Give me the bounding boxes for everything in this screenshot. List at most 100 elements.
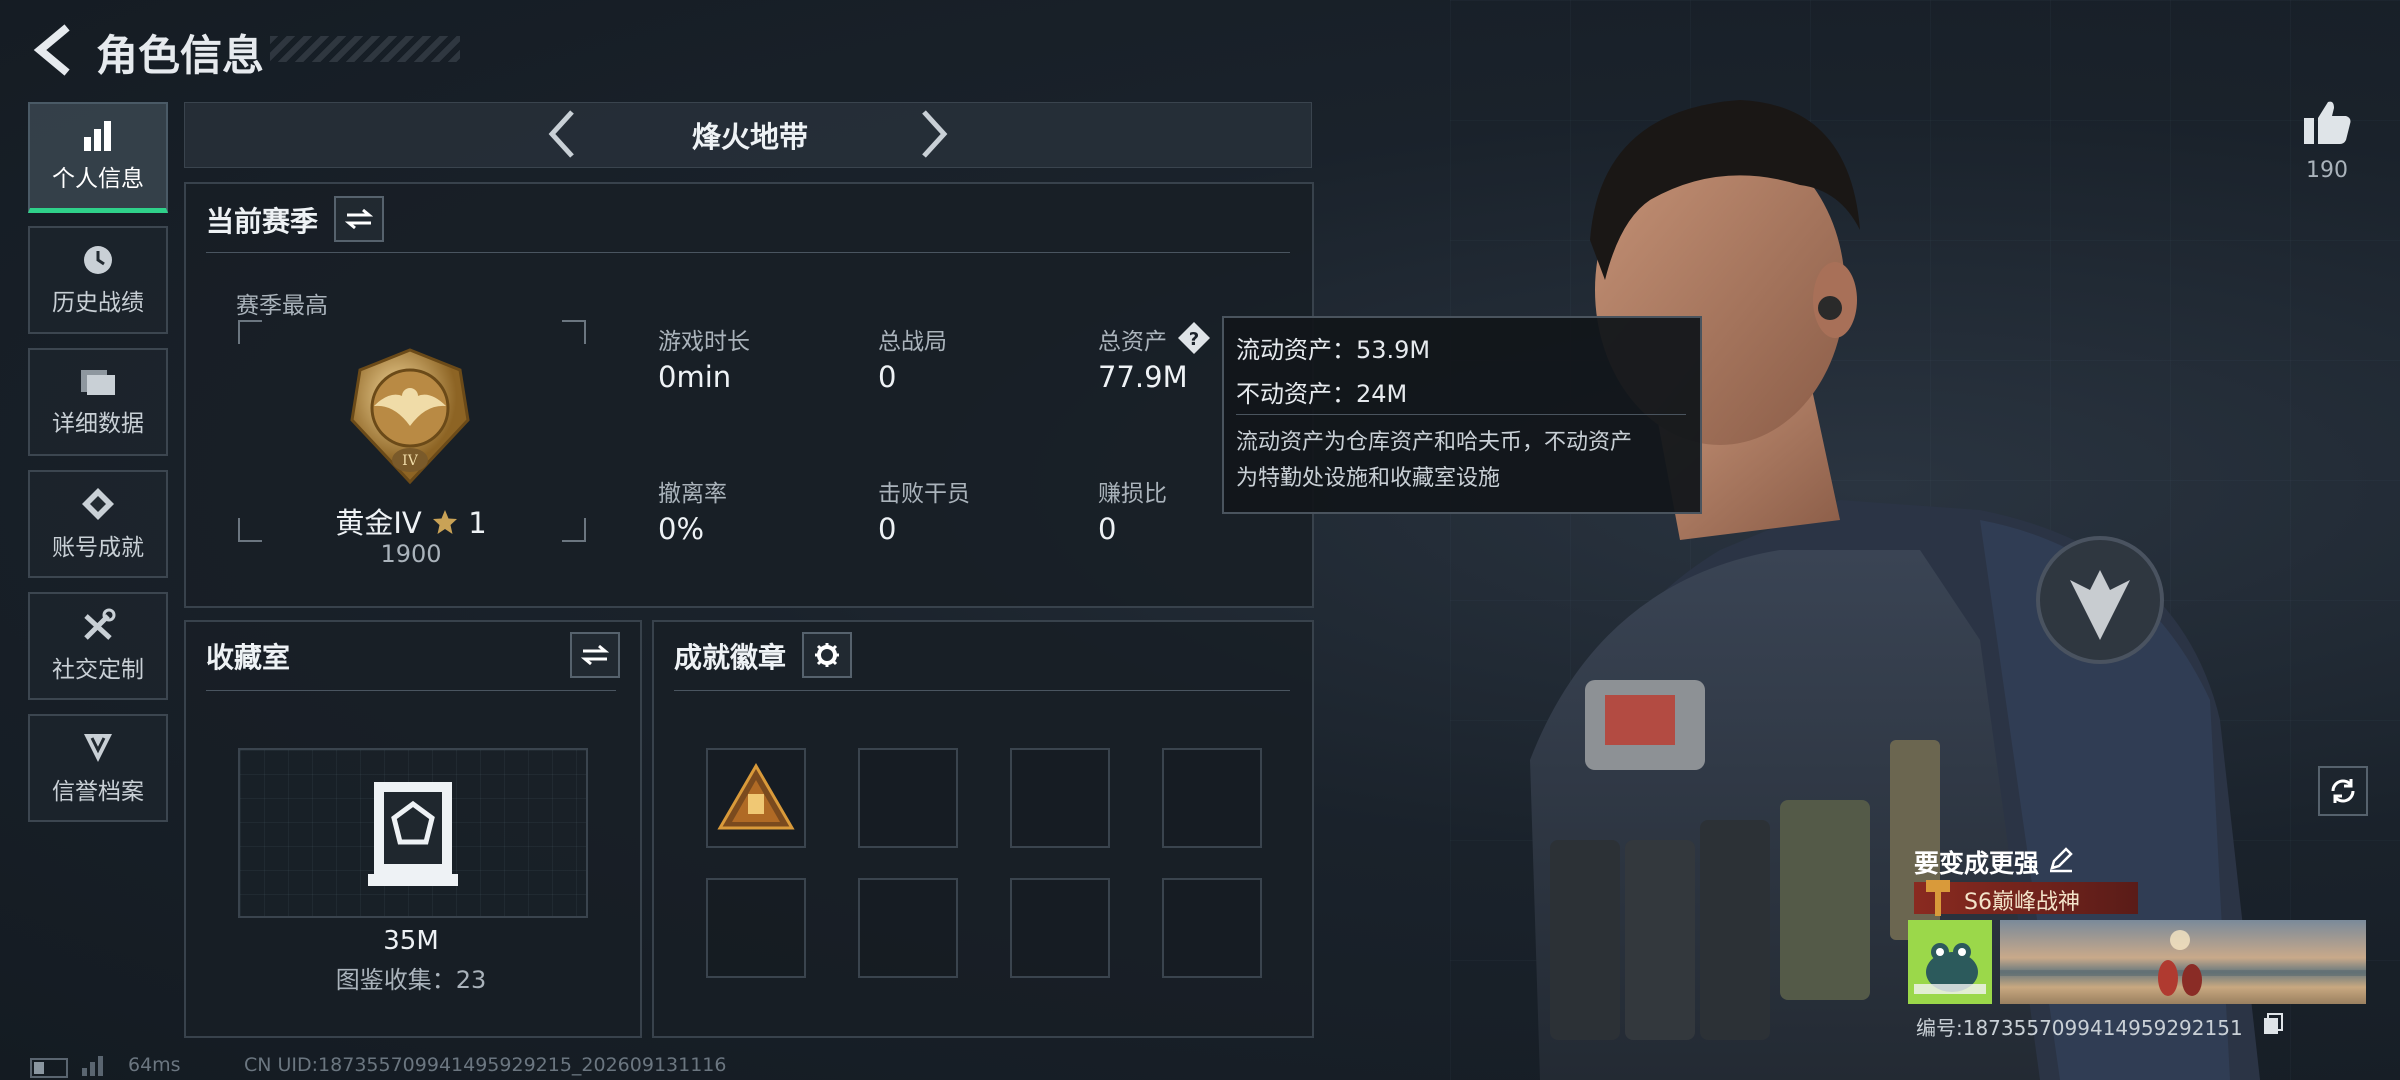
badge-slot-4[interactable]	[1162, 748, 1262, 848]
swap-icon	[345, 208, 373, 230]
gear-icon	[815, 643, 839, 667]
title-stripes	[270, 36, 460, 62]
mode-label: 烽火地带	[691, 120, 808, 154]
stat-value-profit-ratio: 0	[1098, 512, 1117, 546]
chevron-left-icon	[33, 24, 70, 76]
chevron-right-icon	[922, 110, 948, 158]
tools-icon	[84, 608, 116, 640]
tooltip-description-line2: 为特勤处设施和收藏室设施	[1236, 466, 1501, 491]
rotate-button[interactable]	[2318, 766, 2368, 816]
avatar[interactable]	[1908, 920, 1992, 1004]
stat-label-playtime: 游戏时长	[658, 329, 750, 355]
tooltip-liquid-assets: 流动资产：53.9M	[1236, 336, 1431, 364]
stat-value-kills: 0	[878, 512, 897, 546]
mode-prev-button[interactable]	[540, 108, 584, 160]
stat-label-profit-ratio: 赚损比	[1098, 481, 1167, 507]
like-button[interactable]	[2300, 96, 2354, 150]
sidebar-item-label: 详细数据	[52, 411, 144, 437]
season-divider	[206, 252, 1290, 253]
collection-preview[interactable]	[238, 748, 588, 918]
clock-icon	[84, 246, 112, 274]
season-switch-button[interactable]	[334, 196, 384, 242]
profile-banner	[2000, 920, 2366, 1004]
badge-slot-8[interactable]	[1162, 878, 1262, 978]
sidebar-item-label: 账号成就	[52, 535, 144, 561]
rank-name: 黄金IV	[335, 506, 422, 540]
season-title-text: S6巅峰战神	[1964, 890, 2080, 915]
copy-id-button[interactable]	[2262, 1012, 2284, 1036]
sidebar-item-detailed-data[interactable]: 详细数据	[28, 348, 168, 456]
swap-icon	[581, 644, 609, 666]
pencil-icon	[2050, 847, 2073, 873]
collection-panel-title: 收藏室	[206, 641, 291, 674]
tooltip-divider	[1236, 414, 1686, 415]
stat-value-total-assets: 77.9M	[1098, 360, 1188, 394]
chevron-left-icon	[548, 110, 574, 158]
signal-icon	[82, 1056, 103, 1076]
collection-switch-button[interactable]	[570, 632, 620, 678]
rotate-icon	[2331, 779, 2355, 803]
season-best-label: 赛季最高	[236, 293, 328, 319]
asset-help-button[interactable]: ?	[1176, 320, 1212, 356]
collection-room-icon	[368, 782, 458, 886]
asset-tooltip: 流动资产：53.9M 不动资产：24M 流动资产为仓库资产和哈夫币，不动资产 为…	[1222, 316, 1702, 514]
collection-value: 35M	[383, 926, 439, 956]
badge-slot-6[interactable]	[858, 878, 958, 978]
tooltip-description-line1: 流动资产为仓库资产和哈夫币，不动资产	[1236, 430, 1633, 455]
sidebar-item-credit[interactable]: 信誉档案	[28, 714, 168, 822]
frame-corner	[562, 320, 586, 344]
uid-text: CN UID:1873557099414959292​15_2026091311…	[244, 1054, 727, 1076]
profile-card-title: 要变成更强	[1914, 849, 2040, 878]
collection-divider	[206, 690, 616, 691]
stat-value-playtime: 0min	[658, 360, 732, 394]
edit-profile-button[interactable]	[2046, 844, 2076, 874]
shield-icon	[84, 734, 112, 762]
profile-id: 编号:1873557099414959292151	[1916, 1016, 2243, 1040]
season-title-tag: S6巅峰战神	[1914, 880, 2138, 916]
mode-next-button[interactable]	[912, 108, 956, 160]
sidebar-item-label: 个人信息	[52, 166, 144, 192]
sidebar-item-label: 社交定制	[52, 657, 144, 683]
badge-settings-button[interactable]	[802, 632, 852, 678]
copy-icon	[2264, 1013, 2283, 1034]
ping-text: 64ms	[128, 1054, 181, 1076]
thumbs-up-icon	[2304, 101, 2351, 144]
badge-slot-1[interactable]	[706, 748, 806, 848]
badge-slot-7[interactable]	[1010, 878, 1110, 978]
svg-text:?: ?	[1189, 329, 1199, 350]
stat-label-total-assets: 总资产	[1098, 329, 1167, 355]
rank-line: 黄金IV 1	[236, 500, 586, 542]
badge-slot-3[interactable]	[1010, 748, 1110, 848]
hammer-icon	[1926, 880, 1950, 916]
rank-stars: 1	[468, 506, 487, 540]
help-icon: ?	[1178, 322, 1210, 354]
folder-icon	[81, 370, 115, 395]
pyramid-badge-icon	[717, 763, 795, 830]
battery-icon	[30, 1058, 68, 1078]
bar-chart-icon	[84, 121, 111, 151]
season-panel-title: 当前赛季	[206, 205, 319, 238]
sidebar-item-achievements[interactable]: 账号成就	[28, 470, 168, 578]
sidebar-item-label: 信誉档案	[52, 779, 144, 805]
back-button[interactable]	[28, 24, 72, 76]
sidebar-item-label: 历史战绩	[52, 290, 144, 316]
badge-panel-title: 成就徽章	[674, 641, 787, 674]
star-icon	[432, 510, 457, 534]
achievement-icon	[82, 488, 114, 520]
stat-label-kills: 击败干员	[878, 481, 970, 507]
like-count: 190	[2306, 158, 2348, 183]
badge-slot-5[interactable]	[706, 878, 806, 978]
stat-label-extract-rate: 撤离率	[658, 481, 727, 507]
collection-count: 图鉴收集：23	[335, 966, 487, 994]
frame-corner	[238, 320, 262, 344]
badge-slot-2[interactable]	[858, 748, 958, 848]
sidebar-item-personal-info[interactable]: 个人信息	[28, 102, 168, 213]
sidebar-item-social[interactable]: 社交定制	[28, 592, 168, 700]
frog-avatar-icon	[1914, 943, 1986, 994]
beach-scene-image	[2000, 930, 2366, 996]
rank-badge-gold-icon: IV	[350, 348, 470, 485]
sidebar-item-history[interactable]: 历史战绩	[28, 226, 168, 334]
page-title: 角色信息	[96, 31, 265, 80]
rank-badge-numeral: IV	[402, 453, 419, 469]
rank-score: 1900	[380, 540, 442, 568]
